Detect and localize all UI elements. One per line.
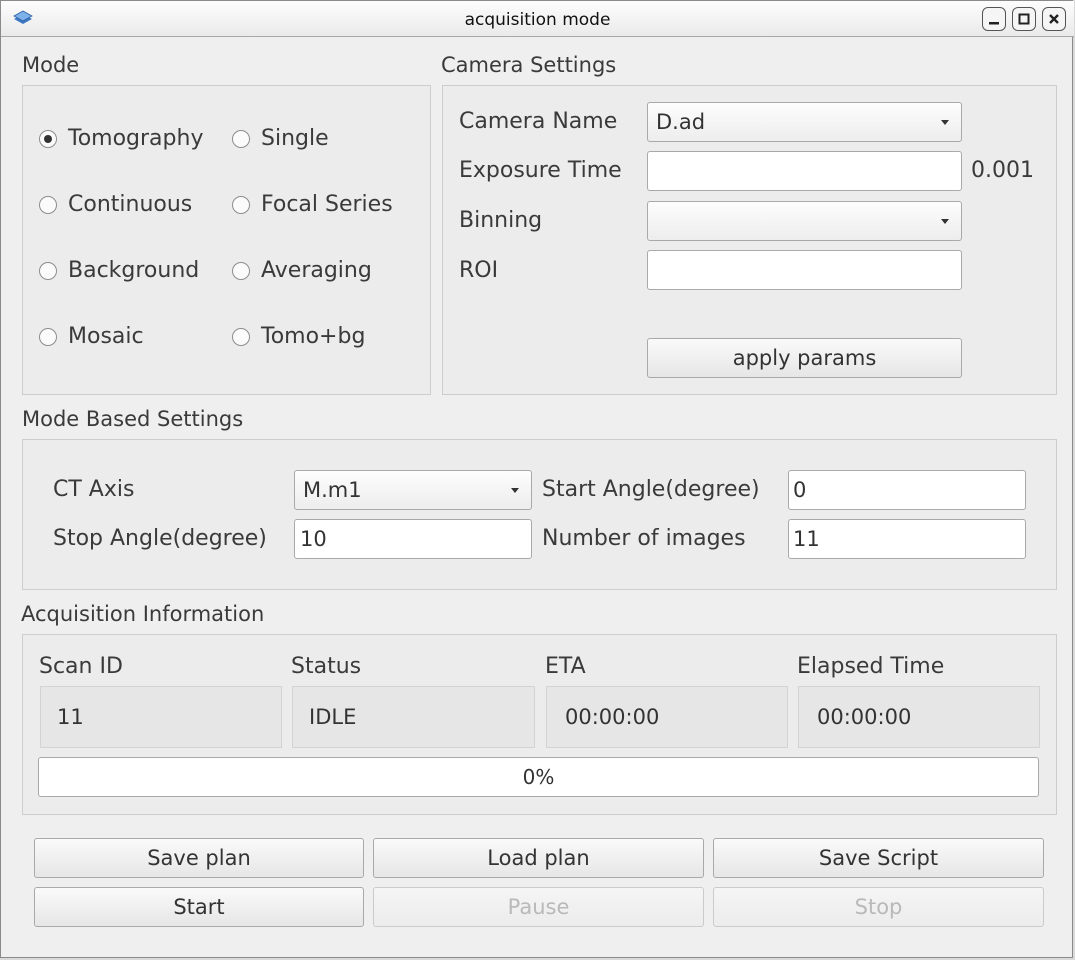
exposure-time-label: Exposure Time — [459, 158, 622, 183]
radio-indicator — [232, 261, 250, 280]
radio-single[interactable]: Single — [232, 126, 329, 151]
camera-name-label: Camera Name — [459, 109, 618, 134]
radio-indicator — [39, 129, 57, 148]
exposure-time-readout: 0.001 — [971, 158, 1034, 183]
stop-angle-label: Stop Angle(degree) — [53, 526, 267, 551]
eta-label: ETA — [545, 654, 586, 679]
radio-background[interactable]: Background — [39, 258, 199, 283]
save-plan-button[interactable]: Save plan — [34, 838, 364, 878]
mode-group: Tomography Single Continuous Focal Serie… — [22, 85, 431, 395]
radio-label: Averaging — [261, 258, 372, 283]
ct-axis-select[interactable]: M.m1 — [294, 470, 532, 510]
start-angle-label: Start Angle(degree) — [542, 477, 760, 502]
camera-name-value: D.ad — [656, 110, 706, 134]
camera-group: Camera Name D.ad Exposure Time 0.001 Bin… — [442, 85, 1057, 395]
radio-label: Focal Series — [261, 192, 393, 217]
minimize-icon — [989, 22, 999, 25]
chevron-down-icon — [941, 219, 949, 224]
pause-button[interactable]: Pause — [373, 887, 704, 927]
radio-label: Tomo+bg — [261, 324, 366, 349]
number-of-images-label: Number of images — [542, 526, 746, 551]
load-plan-button[interactable]: Load plan — [373, 838, 704, 878]
window-title: acquisition mode — [464, 10, 611, 30]
start-angle-input[interactable]: 0 — [788, 470, 1026, 510]
close-button[interactable] — [1042, 7, 1066, 31]
radio-averaging[interactable]: Averaging — [232, 258, 372, 283]
ct-axis-label: CT Axis — [53, 477, 135, 502]
stop-angle-input[interactable]: 10 — [294, 519, 532, 559]
elapsed-time-value: 00:00:00 — [798, 686, 1040, 748]
ct-axis-value: M.m1 — [303, 478, 362, 502]
radio-label: Mosaic — [68, 324, 144, 349]
radio-indicator — [39, 327, 57, 346]
progress-text: 0% — [522, 765, 555, 789]
camera-name-select[interactable]: D.ad — [647, 102, 962, 142]
title-bar[interactable]: acquisition mode — [1, 1, 1074, 37]
number-of-images-input[interactable]: 11 — [788, 519, 1026, 559]
mode-section-label: Mode — [22, 53, 80, 77]
close-icon — [1049, 14, 1059, 24]
radio-indicator — [232, 129, 250, 148]
chevron-down-icon — [941, 120, 949, 125]
elapsed-time-label: Elapsed Time — [797, 654, 945, 679]
radio-continuous[interactable]: Continuous — [39, 192, 192, 217]
exposure-time-input[interactable] — [647, 151, 962, 191]
start-button[interactable]: Start — [34, 887, 364, 927]
scan-id-label: Scan ID — [39, 654, 123, 679]
radio-tomography[interactable]: Tomography — [39, 126, 203, 151]
radio-label: Single — [261, 126, 329, 151]
minimize-button[interactable] — [982, 7, 1006, 31]
radio-focal-series[interactable]: Focal Series — [232, 192, 393, 217]
stop-button[interactable]: Stop — [713, 887, 1044, 927]
mode-settings-group: CT Axis M.m1 Start Angle(degree) 0 Stop … — [22, 439, 1057, 590]
roi-label: ROI — [459, 258, 499, 283]
radio-label: Background — [68, 258, 200, 283]
radio-tomo-bg[interactable]: Tomo+bg — [232, 324, 365, 349]
maximize-icon — [1018, 13, 1030, 25]
radio-indicator — [39, 195, 57, 214]
radio-label: Tomography — [68, 126, 204, 151]
maximize-button[interactable] — [1012, 7, 1036, 31]
chevron-down-icon — [511, 488, 519, 493]
radio-indicator — [232, 327, 250, 346]
status-label: Status — [291, 654, 362, 679]
apply-params-button[interactable]: apply params — [647, 338, 962, 378]
mode-settings-section-label: Mode Based Settings — [22, 407, 244, 431]
status-value: IDLE — [292, 686, 535, 748]
radio-mosaic[interactable]: Mosaic — [39, 324, 144, 349]
radio-label: Continuous — [68, 192, 193, 217]
radio-indicator — [39, 261, 57, 280]
acquisition-section-label: Acquisition Information — [21, 602, 265, 626]
eta-value: 00:00:00 — [546, 686, 788, 748]
save-script-button[interactable]: Save Script — [713, 838, 1044, 878]
acquisition-window: acquisition mode Mode Tomography Single … — [0, 0, 1074, 958]
camera-section-label: Camera Settings — [441, 53, 617, 77]
binning-label: Binning — [459, 208, 543, 233]
roi-input[interactable] — [647, 250, 962, 290]
scan-id-value: 11 — [40, 686, 282, 748]
binning-select[interactable] — [647, 201, 962, 241]
radio-indicator — [232, 195, 250, 214]
progress-bar: 0% — [38, 757, 1039, 797]
